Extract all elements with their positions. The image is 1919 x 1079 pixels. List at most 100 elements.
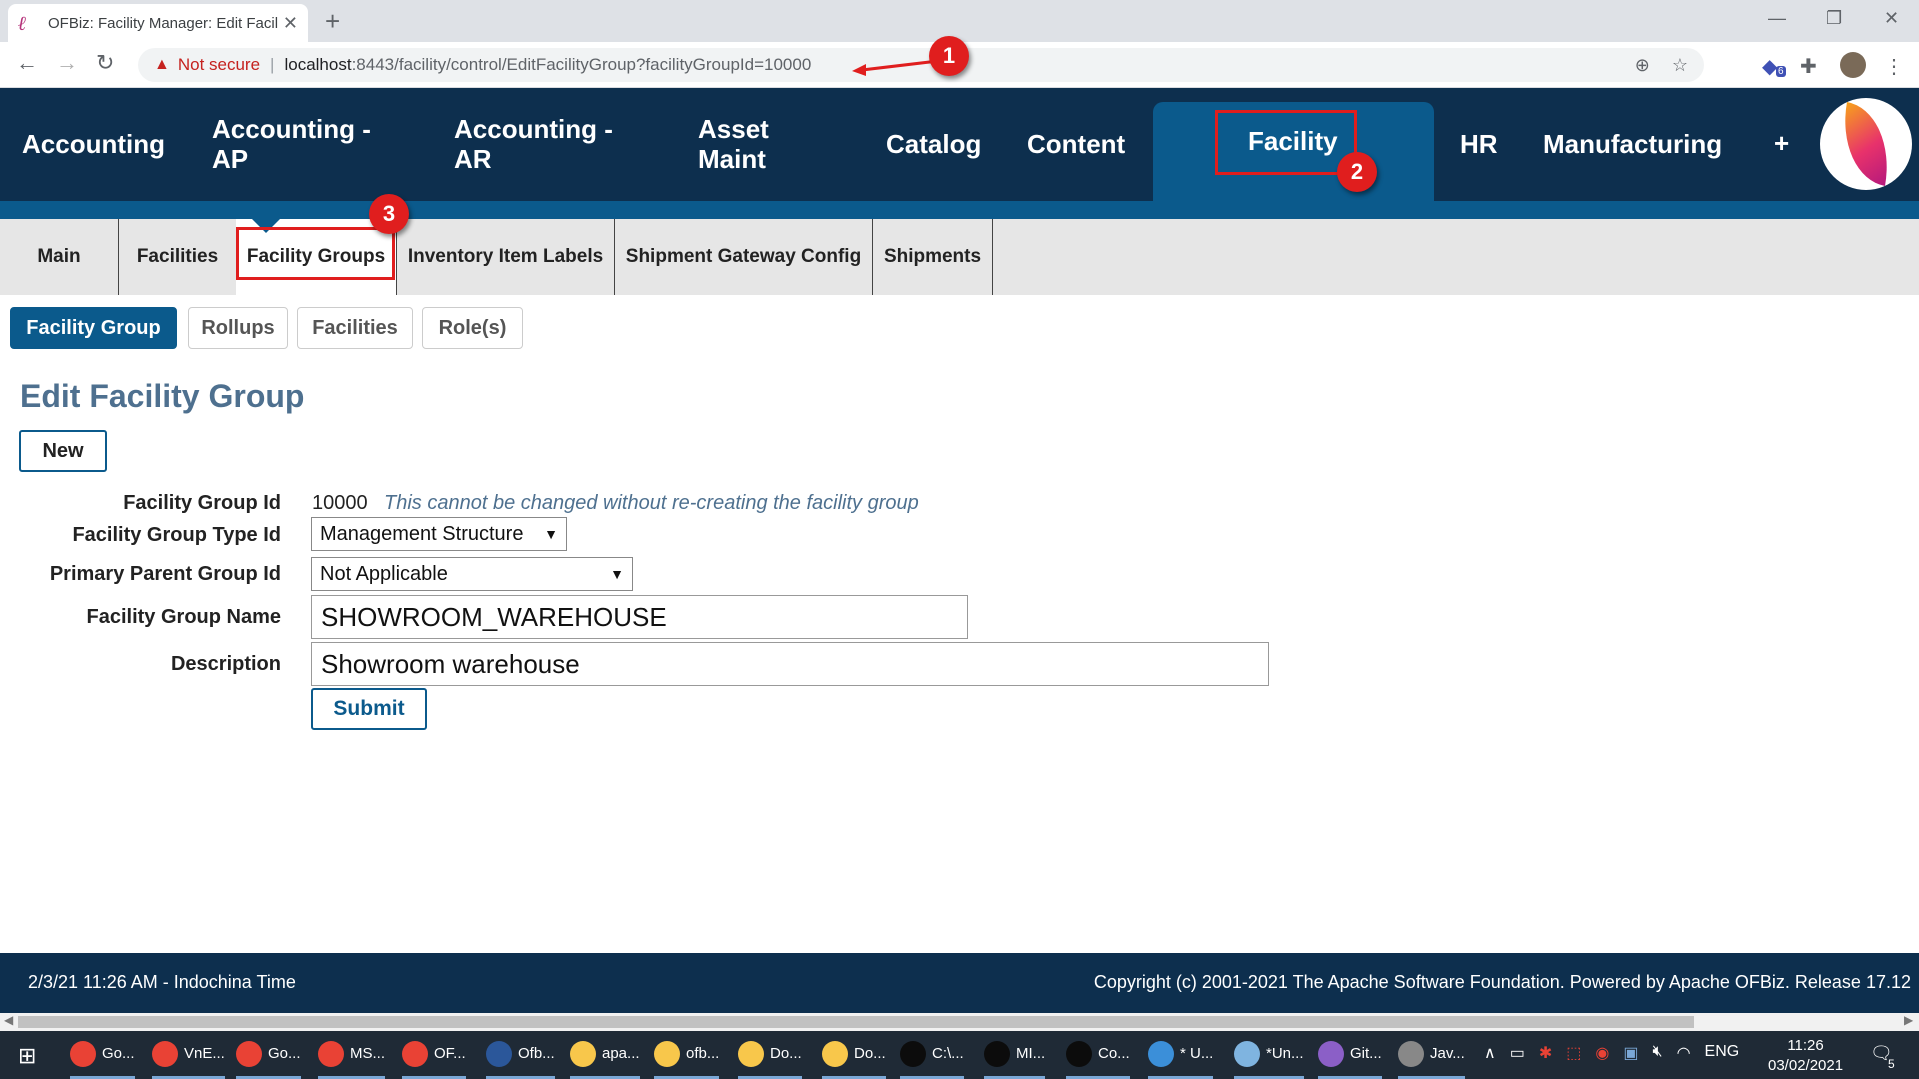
puzzle-extensions-icon[interactable]: ✚ [1800,54,1817,79]
taskbar-item[interactable]: OF... [402,1031,466,1079]
browser-tabstrip: ℓ OFBiz: Facility Manager: Edit Facil ✕ … [0,0,1919,42]
omnibox-icons: ⊕ ☆ [1635,55,1688,76]
scrollbar-thumb[interactable] [18,1016,1694,1028]
bookmark-star-icon[interactable]: ☆ [1672,55,1688,76]
scroll-left-icon[interactable]: ◀ [4,1013,13,1027]
taskbar-item[interactable]: Git... [1318,1031,1382,1079]
btn-facility-group[interactable]: Facility Group [10,307,177,349]
app-nav-accounting-ap[interactable]: Accounting - AP [212,114,402,174]
facility-group-type-select[interactable]: Management Structure ▼ [311,517,567,551]
battery-icon[interactable]: ▭ [1510,1043,1525,1063]
app-nav-catalog[interactable]: Catalog [886,129,981,159]
language-indicator[interactable]: ENG [1705,1043,1740,1063]
app-nav-more[interactable]: + [1774,128,1789,158]
new-button[interactable]: New [19,430,107,472]
subtab-inventory-item-labels[interactable]: Inventory Item Labels [396,219,615,295]
label-primary-parent-group-id: Primary Parent Group Id [49,563,281,585]
app-nav-accounting[interactable]: Accounting [22,129,165,159]
app-nav-accounting-ar[interactable]: Accounting - AR [454,114,644,174]
taskbar-item-label: MI... [1016,1045,1046,1062]
zoom-icon[interactable]: ⊕ [1635,55,1650,76]
extension-icon[interactable]: ◆ [1762,54,1777,79]
submit-button[interactable]: Submit [311,688,427,730]
close-tab-icon[interactable]: ✕ [283,13,298,34]
facility-group-id-value: 10000 [312,492,368,514]
taskbar-item[interactable]: VnE... [152,1031,225,1079]
annotation-highlight-facility [1215,110,1357,175]
pdf-icon[interactable]: ⬚ [1566,1043,1581,1063]
nav-stripe [0,201,1919,219]
taskbar-item-label: Go... [268,1045,301,1062]
windows-start-icon[interactable]: ⊞ [18,1043,36,1069]
profile-avatar[interactable] [1840,52,1866,78]
wifi-icon[interactable]: ◠ [1677,1043,1691,1063]
dropdown-arrow-icon: ▼ [610,566,624,582]
taskbar-clock[interactable]: 11:26 03/02/2021 [1768,1036,1843,1076]
taskbar-item[interactable]: ofb... [654,1031,720,1079]
taskbar-item[interactable]: MS... [318,1031,386,1079]
taskbar-app-icon [152,1040,178,1067]
taskbar-item[interactable]: *Un... [1234,1031,1304,1079]
app-nav-manufacturing[interactable]: Manufacturing [1543,129,1722,159]
ofbiz-logo [1820,98,1912,190]
taskbar-item[interactable]: apa... [570,1031,640,1079]
taskbar-app-icon [236,1040,262,1067]
taskbar-item[interactable]: Co... [1066,1031,1130,1079]
app-nav-asset-maint[interactable]: Asset Maint [698,114,788,174]
tray-chevron-icon[interactable]: ∧ [1484,1043,1496,1063]
back-icon[interactable]: ← [16,50,38,76]
notification-count: 5 [1888,1057,1895,1071]
subtab-shipment-gateway-config[interactable]: Shipment Gateway Config [614,219,873,295]
subtab-shipments[interactable]: Shipments [872,219,993,295]
taskbar-item[interactable]: Do... [738,1031,802,1079]
taskbar-item-label: *Un... [1266,1045,1304,1062]
taskbar-item-label: VnE... [184,1045,225,1062]
tray-security-icon[interactable]: ◉ [1595,1043,1609,1063]
btn-facilities[interactable]: Facilities [297,307,413,349]
tray-app-icon[interactable]: ✱ [1539,1043,1552,1063]
taskbar-app-icon [1398,1040,1424,1067]
taskbar-item[interactable]: Jav... [1398,1031,1465,1079]
taskbar-item[interactable]: Do... [822,1031,886,1079]
taskbar-app-icon [570,1040,596,1067]
clock-time: 11:26 [1787,1037,1824,1054]
taskbar-item[interactable]: Go... [236,1031,301,1079]
window-close-icon[interactable]: ✕ [1884,8,1899,29]
subtab-main[interactable]: Main [0,219,119,295]
label-description: Description [170,653,281,675]
taskbar-item-label: OF... [434,1045,466,1062]
btn-rollups[interactable]: Rollups [188,307,288,349]
facility-group-name-input[interactable]: SHOWROOM_WAREHOUSE [311,595,968,639]
tray-screen-icon[interactable]: ▣ [1623,1043,1638,1063]
primary-parent-group-value: Not Applicable [320,562,448,585]
taskbar-item[interactable]: MI... [984,1031,1046,1079]
restore-icon[interactable]: ❐ [1826,8,1842,29]
subtab-facilities[interactable]: Facilities [118,219,237,295]
taskbar-app-icon [1234,1040,1260,1067]
taskbar-item[interactable]: Go... [70,1031,135,1079]
label-facility-group-id: Facility Group Id [123,492,281,514]
label-facility-group-type-id: Facility Group Type Id [72,524,281,546]
app-nav-hr[interactable]: HR [1460,129,1498,159]
taskbar-app-icon [738,1040,764,1067]
forward-icon[interactable]: → [56,50,78,76]
system-tray: ∧ ▭ ✱ ⬚ ◉ ▣ 🔇︎ ◠ ENG [1484,1043,1739,1063]
scroll-right-icon[interactable]: ▶ [1904,1013,1913,1027]
taskbar-item[interactable]: Ofb... [486,1031,555,1079]
taskbar-app-icon [1066,1040,1092,1067]
horizontal-scrollbar[interactable]: ◀ ▶ [0,1013,1919,1031]
reload-icon[interactable]: ↻ [96,50,114,76]
description-input[interactable]: Showroom warehouse [311,642,1269,686]
dropdown-arrow-icon: ▼ [544,526,558,542]
taskbar-item[interactable]: * U... [1148,1031,1214,1079]
menu-kebab-icon[interactable]: ⋮ [1884,54,1904,79]
app-nav-content[interactable]: Content [1027,129,1125,159]
minimize-icon[interactable]: — [1768,8,1786,29]
not-secure-label[interactable]: Not secure [178,55,260,75]
primary-parent-group-select[interactable]: Not Applicable ▼ [311,557,633,591]
taskbar-item[interactable]: C:\... [900,1031,964,1079]
volume-muted-icon[interactable]: 🔇︎ [1652,1043,1662,1063]
browser-tab[interactable]: ℓ OFBiz: Facility Manager: Edit Facil ✕ [8,4,308,42]
new-tab-icon[interactable]: + [325,6,340,37]
btn-roles[interactable]: Role(s) [422,307,523,349]
